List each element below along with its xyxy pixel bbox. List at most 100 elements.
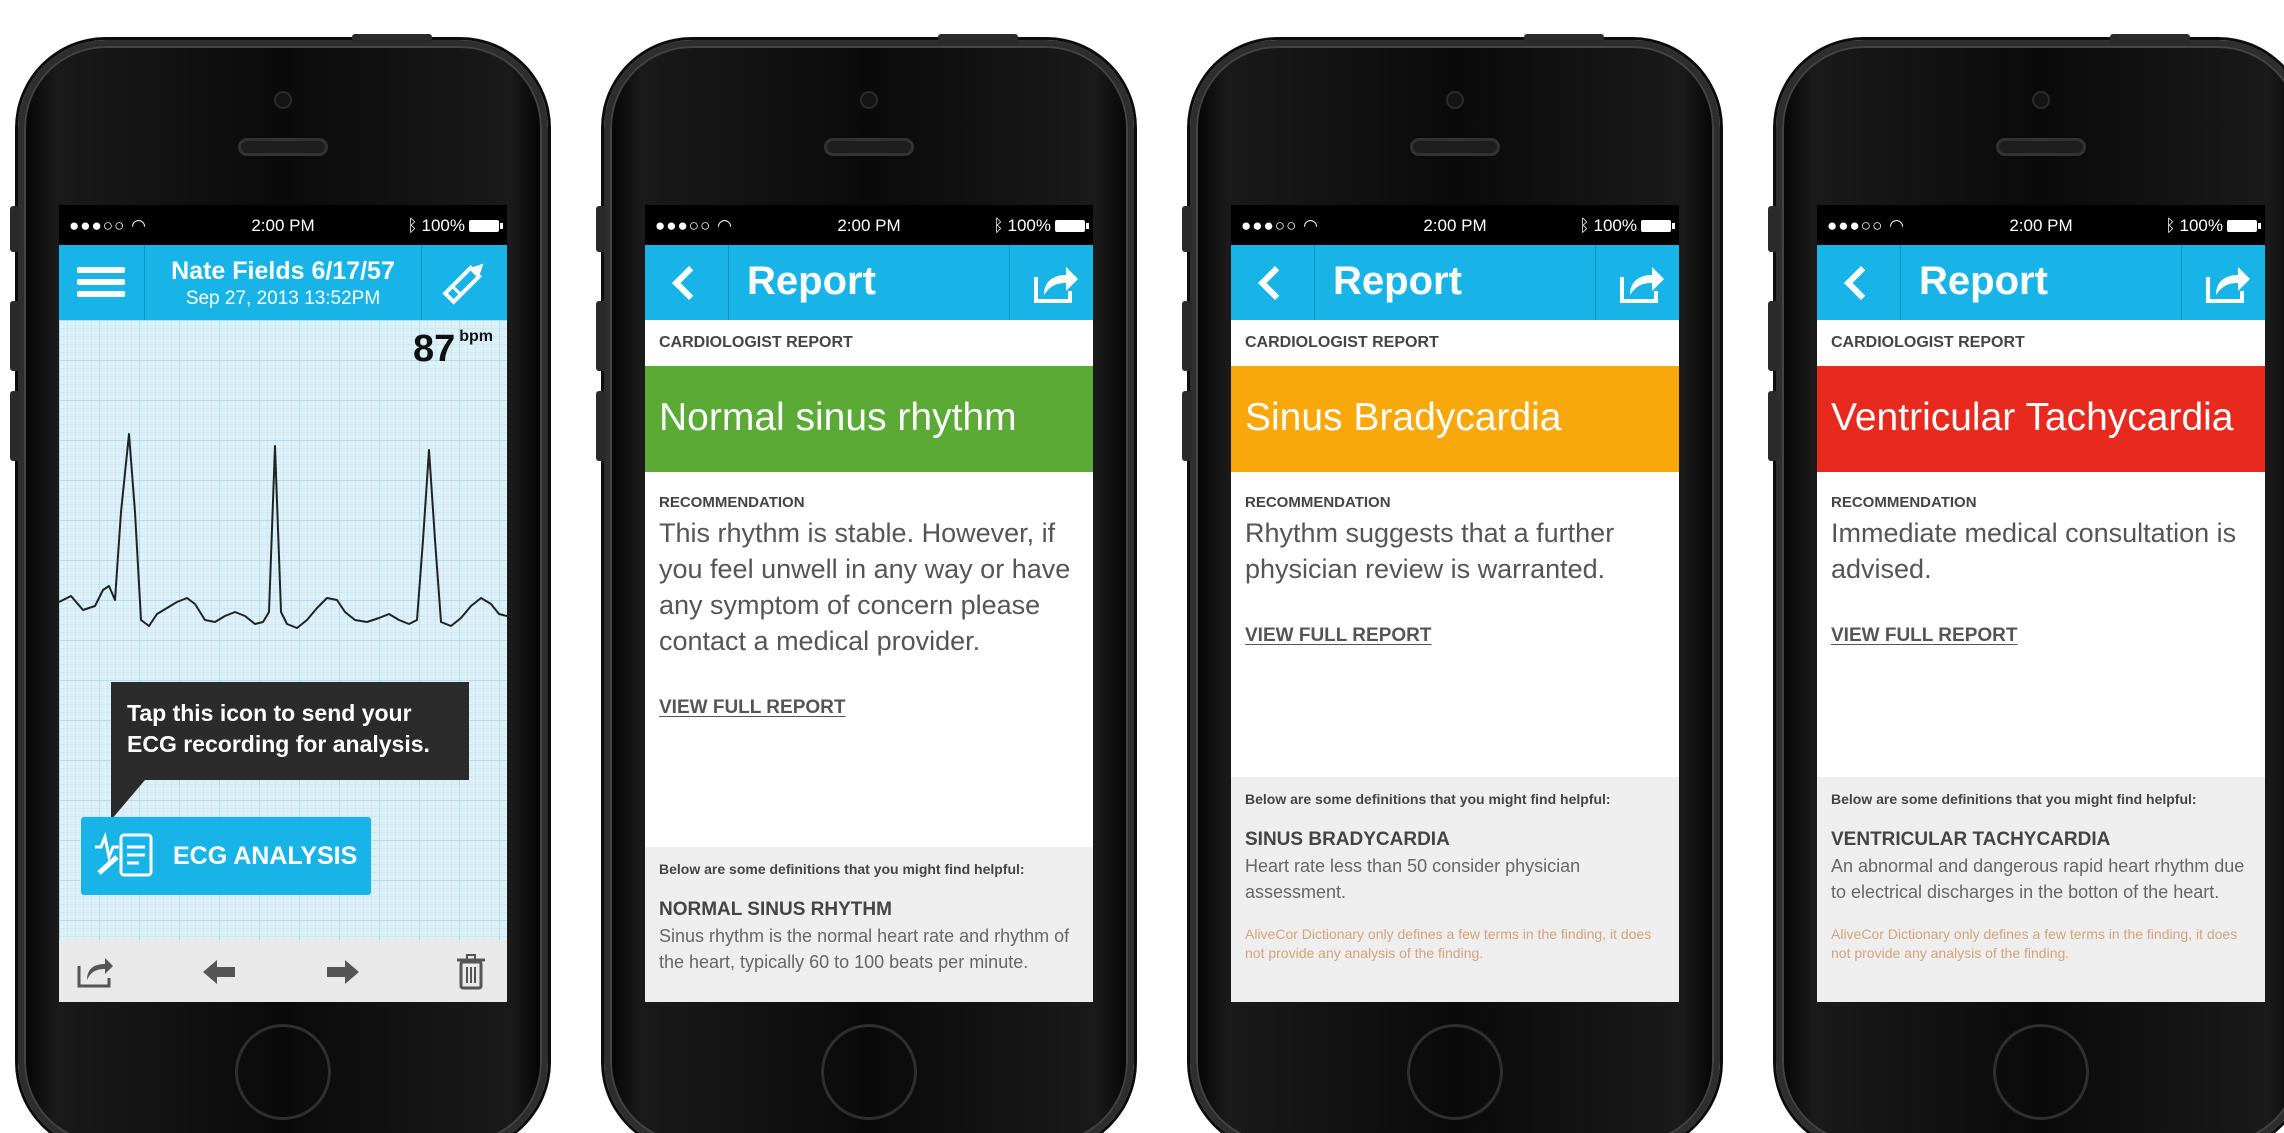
- battery-indicator: ᛒ 100%: [993, 216, 1089, 236]
- battery-icon: [1055, 220, 1089, 232]
- page-title: Report: [1919, 259, 2048, 303]
- menu-button[interactable]: [59, 245, 145, 320]
- arrow-right-icon[interactable]: [323, 952, 363, 992]
- analysis-tooltip: Tap this icon to send your ECG recording…: [111, 682, 469, 780]
- ecg-grid: 87 bpm Tap this icon to send your ECG rec…: [59, 320, 507, 940]
- finding-title: Sinus Bradycardia: [1245, 396, 1562, 439]
- share-icon: [2206, 267, 2250, 303]
- section-label: CARDIOLOGIST REPORT: [1831, 334, 2025, 351]
- report-screen: ●●●○○ ◠ 2:00 PM ᛒ 100% Report CARDIOLOGIS…: [1817, 205, 2265, 1002]
- menu-icon-bar: [77, 291, 125, 297]
- definition-text: Sinus rhythm is the normal heart rate an…: [659, 926, 1070, 972]
- battery-icon: [469, 220, 503, 232]
- menu-icon: [77, 267, 125, 273]
- status-bar: ●●●○○ ◠ 2:00 PM ᛒ 100%: [1231, 205, 1679, 245]
- recording-header: Nate Fields 6/17/57 Sep 27, 2013 13:52PM: [145, 257, 421, 310]
- view-full-report-link[interactable]: VIEW FULL REPORT: [1831, 625, 2017, 647]
- definitions-panel: Below are some definitions that you migh…: [645, 847, 1093, 1002]
- tooltip-pointer: [111, 780, 145, 820]
- home-button[interactable]: [1993, 1024, 2089, 1120]
- earpiece-speaker: [1410, 138, 1500, 156]
- volume-up-button: [10, 301, 20, 371]
- mute-switch: [596, 206, 606, 252]
- definitions-intro: Below are some definitions that you migh…: [1831, 791, 2197, 807]
- trash-icon[interactable]: [451, 952, 491, 992]
- phone-ecg: ●●●○○ ◠ 2:00 PM ᛒ 100% Nate Fields 6/17/5…: [10, 34, 548, 1133]
- recommendation-text: Rhythm suggests that a further physician…: [1245, 518, 1615, 584]
- dictionary-disclaimer: AliveCor Dictionary only defines a few t…: [1831, 926, 2238, 961]
- finding-banner: Normal sinus rhythm: [645, 366, 1093, 472]
- battery-indicator: ᛒ 100%: [2165, 216, 2261, 236]
- home-button[interactable]: [1407, 1024, 1503, 1120]
- view-full-report-link[interactable]: VIEW FULL REPORT: [659, 697, 845, 719]
- battery-icon: [2227, 220, 2261, 232]
- phone-report-2: ●●●○○ ◠ 2:00 PM ᛒ 100% Report CARDIOLOGIS…: [1182, 34, 1720, 1133]
- finding-banner: Ventricular Tachycardia: [1817, 366, 2265, 472]
- volume-up-button: [1182, 301, 1192, 371]
- ecg-analysis-icon: [95, 831, 153, 877]
- phone-report-1: ●●●○○ ◠ 2:00 PM ᛒ 100% Report CARDIOLOGIS…: [596, 34, 1134, 1133]
- share-icon: [1034, 267, 1078, 303]
- back-button[interactable]: [1817, 245, 1901, 320]
- volume-down-button: [1768, 391, 1778, 461]
- front-camera: [860, 91, 878, 109]
- battery-indicator: ᛒ 100%: [407, 216, 503, 236]
- front-camera: [2032, 91, 2050, 109]
- definitions-panel: Below are some definitions that you migh…: [1817, 777, 2265, 1002]
- definition-text: An abnormal and dangerous rapid heart rh…: [1831, 856, 2245, 902]
- mute-switch: [1768, 206, 1778, 252]
- patient-name: Nate Fields 6/17/57: [171, 257, 395, 285]
- bluetooth-icon: ᛒ: [1579, 216, 1590, 235]
- report-nav-bar: Report: [645, 245, 1093, 320]
- edit-button[interactable]: [421, 245, 507, 320]
- recommendation-text: Immediate medical consultation is advise…: [1831, 518, 2237, 584]
- view-full-report-link[interactable]: VIEW FULL REPORT: [1245, 625, 1431, 647]
- power-button: [2110, 34, 2190, 44]
- home-button[interactable]: [235, 1024, 331, 1120]
- battery-icon: [1641, 220, 1675, 232]
- home-button[interactable]: [821, 1024, 917, 1120]
- report-nav-bar: Report: [1817, 245, 2265, 320]
- volume-up-button: [596, 301, 606, 371]
- recommendation-label: RECOMMENDATION: [1245, 494, 1391, 511]
- ecg-nav-bar: Nate Fields 6/17/57 Sep 27, 2013 13:52PM: [59, 245, 507, 320]
- back-button[interactable]: [1231, 245, 1315, 320]
- status-bar: ●●●○○ ◠ 2:00 PM ᛒ 100%: [645, 205, 1093, 245]
- ecg-screen: ●●●○○ ◠ 2:00 PM ᛒ 100% Nate Fields 6/17/5…: [59, 205, 507, 1002]
- definitions-panel: Below are some definitions that you migh…: [1231, 777, 1679, 1002]
- bluetooth-icon: ᛒ: [993, 216, 1004, 235]
- share-button[interactable]: [2181, 245, 2265, 320]
- page-title: Report: [1333, 259, 1462, 303]
- pencil-icon: [442, 263, 484, 305]
- arrow-left-icon[interactable]: [199, 952, 239, 992]
- mute-switch: [1182, 206, 1192, 252]
- power-button: [352, 34, 432, 44]
- definition-term: VENTRICULAR TACHYCARDIA: [1831, 829, 2111, 850]
- share-icon[interactable]: [75, 952, 115, 992]
- finding-title: Ventricular Tachycardia: [1831, 396, 2234, 439]
- definition-text: Heart rate less than 50 consider physici…: [1245, 856, 1581, 902]
- bluetooth-icon: ᛒ: [407, 216, 418, 235]
- share-button[interactable]: [1009, 245, 1093, 320]
- finding-banner: Sinus Bradycardia: [1231, 366, 1679, 472]
- ecg-toolbar: [59, 940, 507, 1002]
- power-button: [1524, 34, 1604, 44]
- definitions-intro: Below are some definitions that you migh…: [659, 861, 1025, 877]
- mute-switch: [10, 206, 20, 252]
- recommendation-label: RECOMMENDATION: [1831, 494, 1977, 511]
- finding-title: Normal sinus rhythm: [659, 396, 1017, 439]
- volume-up-button: [1768, 301, 1778, 371]
- share-button[interactable]: [1595, 245, 1679, 320]
- share-icon: [1620, 267, 1664, 303]
- definition-term: NORMAL SINUS RHYTHM: [659, 899, 892, 920]
- earpiece-speaker: [1996, 138, 2086, 156]
- definition-term: SINUS BRADYCARDIA: [1245, 829, 1450, 850]
- ecg-analysis-button[interactable]: ECG ANALYSIS: [81, 817, 371, 895]
- menu-icon-bar: [77, 279, 125, 285]
- back-button[interactable]: [645, 245, 729, 320]
- report-nav-bar: Report: [1231, 245, 1679, 320]
- ecg-analysis-label: ECG ANALYSIS: [173, 842, 358, 870]
- status-bar: ●●●○○ ◠ 2:00 PM ᛒ 100%: [59, 205, 507, 245]
- status-bar: ●●●○○ ◠ 2:00 PM ᛒ 100%: [1817, 205, 2265, 245]
- volume-down-button: [1182, 391, 1192, 461]
